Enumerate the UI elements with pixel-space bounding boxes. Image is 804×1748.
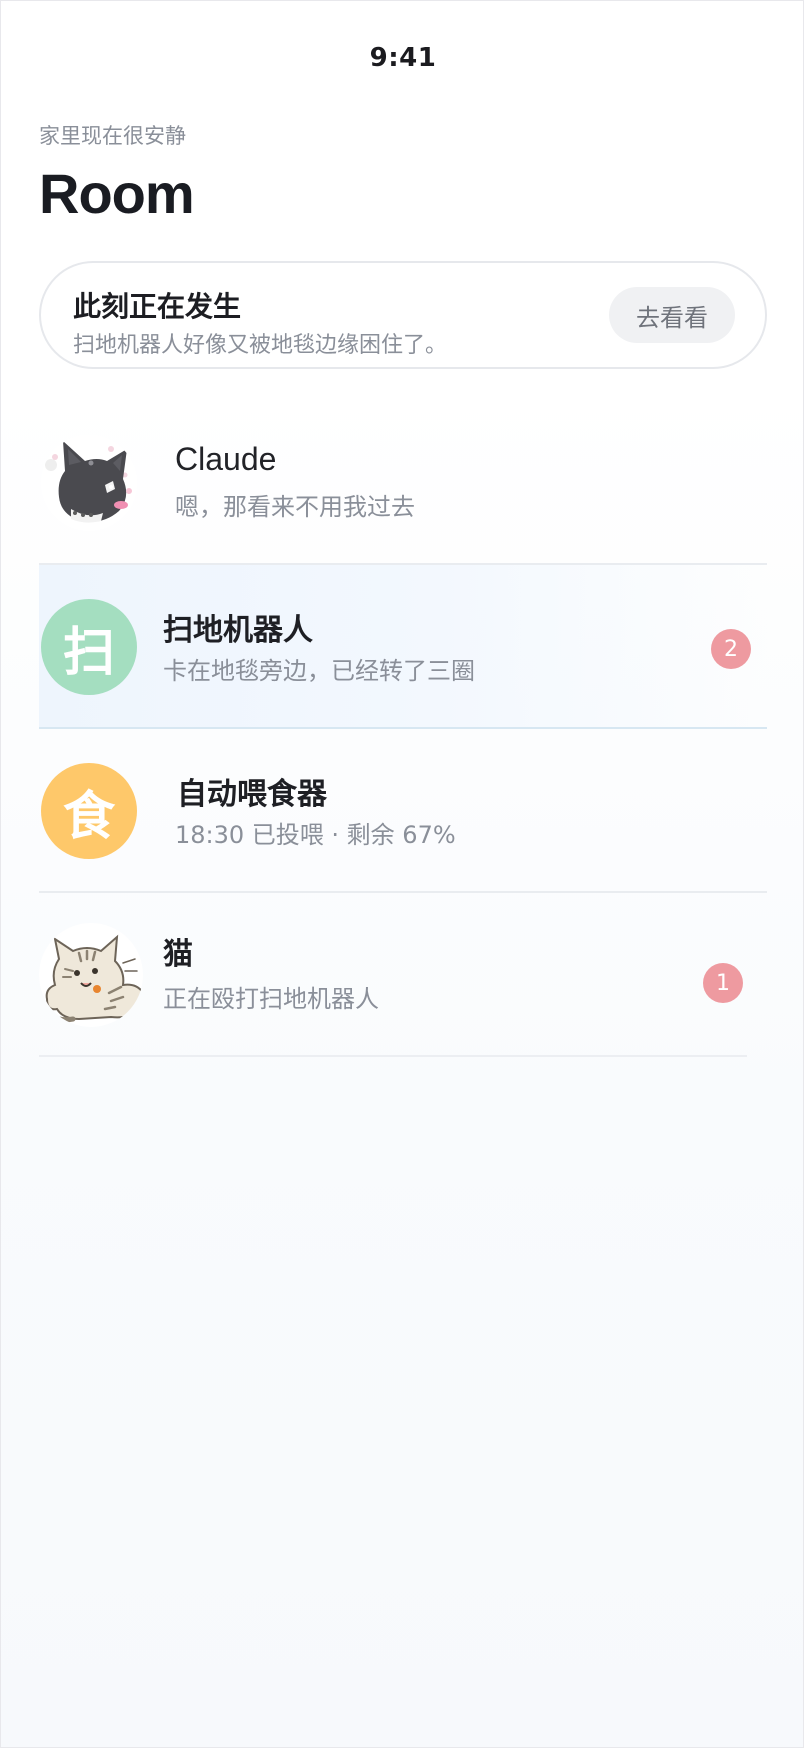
chat-list: Claude 嗯，那看来不用我过去 扫 扫地机器人 卡在地毯旁边，已经转了三圈 … — [39, 401, 767, 1057]
auto-feeder-avatar: 食 — [41, 763, 137, 859]
chat-name: 扫地机器人 — [163, 613, 313, 648]
happening-description: 扫地机器人好像又被地毯边缘困住了。 — [73, 333, 448, 358]
status-bar-time: 9:41 — [369, 43, 437, 73]
unread-badge: 1 — [703, 963, 743, 1003]
page-title: Room — [39, 162, 195, 225]
chat-item-robot-vacuum[interactable]: 扫 扫地机器人 卡在地毯旁边，已经转了三圈 2 — [39, 565, 767, 729]
chat-item-cat[interactable]: 猫 正在殴打扫地机器人 1 — [39, 893, 747, 1057]
chat-preview: 卡在地毯旁边，已经转了三圈 — [163, 657, 475, 685]
happening-title: 此刻正在发生 — [73, 290, 242, 323]
unread-badge: 2 — [711, 629, 751, 669]
room-screen: 9:41 家里现在很安静 Room 此刻正在发生 扫地机器人好像又被地毯边缘困住… — [0, 0, 804, 1748]
chat-name: 猫 — [163, 937, 193, 972]
chat-preview: 嗯，那看来不用我过去 — [175, 493, 415, 521]
black-cat-sticker-icon — [41, 435, 137, 531]
chat-preview: 正在殴打扫地机器人 — [163, 985, 379, 1013]
happening-now-card[interactable]: 此刻正在发生 扫地机器人好像又被地毯边缘困住了。 去看看 — [39, 261, 767, 369]
chat-name: 自动喂食器 — [177, 777, 327, 812]
chat-item-claude[interactable]: Claude 嗯，那看来不用我过去 — [39, 401, 767, 565]
robot-vacuum-avatar: 扫 — [41, 599, 137, 695]
chat-item-auto-feeder[interactable]: 食 自动喂食器 18:30 已投喂 · 剩余 67% — [39, 729, 767, 893]
tabby-cat-sticker-icon — [39, 923, 143, 1027]
home-status-subtitle: 家里现在很安静 — [39, 124, 186, 148]
go-look-button[interactable]: 去看看 — [609, 287, 735, 343]
chat-name: Claude — [175, 441, 277, 477]
chat-preview: 18:30 已投喂 · 剩余 67% — [175, 821, 456, 849]
